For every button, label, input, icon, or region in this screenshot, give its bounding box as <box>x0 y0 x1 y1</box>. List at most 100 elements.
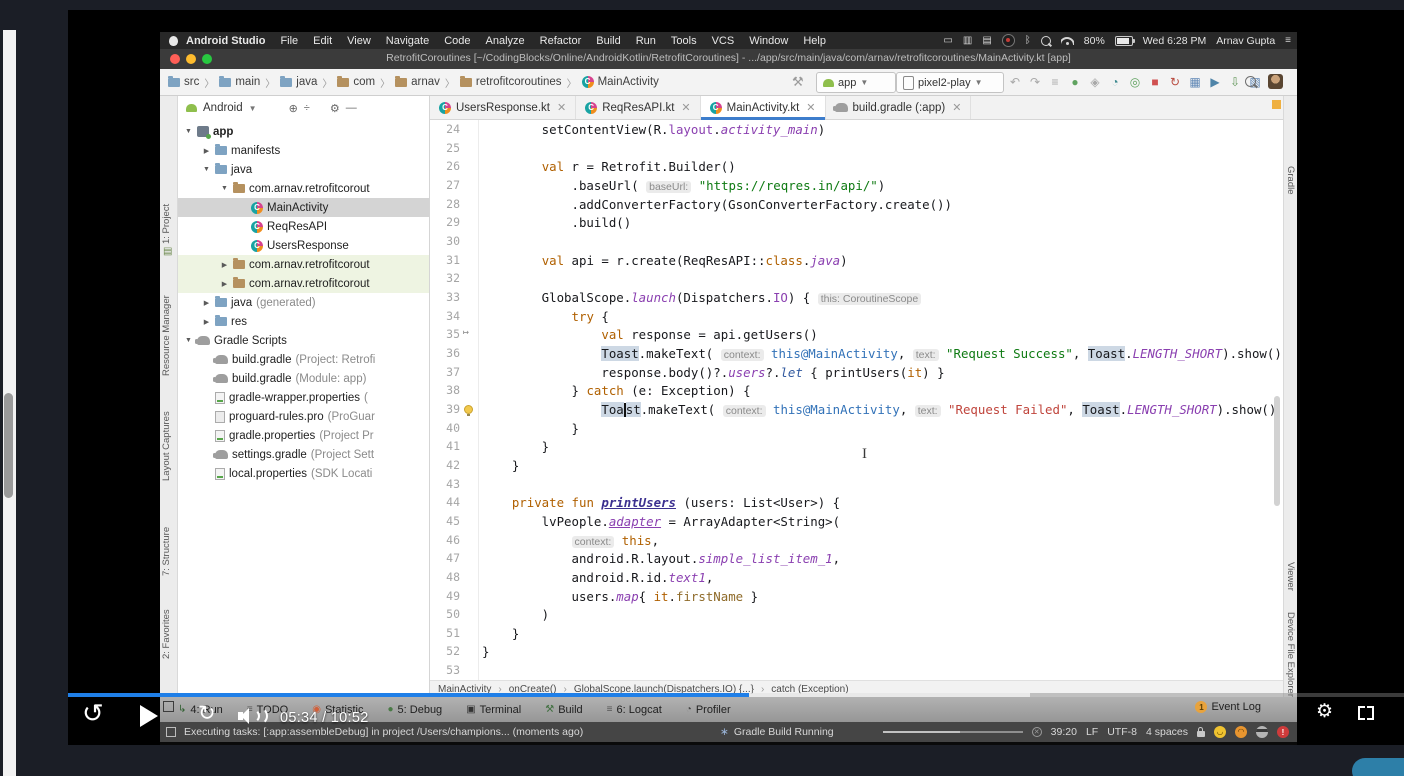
window-layout-icon[interactable]: ▥ <box>963 35 972 46</box>
video-settings-gear-icon[interactable]: ⚙ <box>1316 700 1333 723</box>
debug-bug-icon[interactable]: ● <box>1068 76 1082 88</box>
breadcrumb-item-arnav[interactable]: arnav <box>395 75 440 88</box>
video-progress-track[interactable] <box>68 693 1404 697</box>
tree-item-gradle.properties[interactable]: gradle.properties (Project Pr <box>178 426 429 445</box>
menu-item-build[interactable]: Build <box>596 35 620 47</box>
tab-close-icon[interactable]: ✕ <box>557 101 566 114</box>
tree-item-java[interactable]: ▼ java <box>178 160 429 179</box>
run-config-list-icon[interactable]: ≡ <box>1048 76 1062 88</box>
fullscreen-button[interactable] <box>1358 706 1374 720</box>
tree-item-manifests[interactable]: ▶ manifests <box>178 141 429 160</box>
tree-expand-arrow[interactable]: ▶ <box>202 147 211 155</box>
tree-expand-arrow[interactable]: ▼ <box>184 337 193 344</box>
tree-item-build.gradle[interactable]: build.gradle (Project: Retrofi <box>178 350 429 369</box>
tree-item-Gradle Scripts[interactable]: ▼ Gradle Scripts <box>178 331 429 350</box>
tool-strip-layout-captures[interactable]: Layout Captures <box>161 379 172 481</box>
avatar[interactable] <box>1268 74 1283 89</box>
run-configuration-select[interactable]: app ▼ <box>816 72 896 93</box>
caret-position[interactable]: 39:20 <box>1051 726 1077 738</box>
breadcrumb-item-MainActivity[interactable]: C MainActivity <box>581 76 659 88</box>
tab-reqresapi-kt[interactable]: C ReqResAPI.kt ✕ <box>576 96 701 119</box>
incognito-face-icon[interactable] <box>1256 726 1268 738</box>
menu-item-edit[interactable]: Edit <box>313 35 332 47</box>
forward-icon[interactable]: ↷ <box>1028 76 1042 88</box>
display-icon[interactable]: ▭ <box>943 35 952 46</box>
locate-file-icon[interactable]: ⊕ <box>289 102 298 115</box>
run-coverage-icon[interactable]: ◈ <box>1088 76 1102 88</box>
play-button[interactable] <box>140 705 158 727</box>
happy-face-icon[interactable]: ◡ <box>1214 726 1226 738</box>
device-manager-icon[interactable]: ▦ <box>1188 76 1202 88</box>
file-encoding[interactable]: UTF-8 <box>1107 726 1137 738</box>
tree-item-build.gradle[interactable]: build.gradle (Module: app) <box>178 369 429 388</box>
profiler-gauge-icon[interactable]: ◔ <box>1108 76 1122 88</box>
tree-item-com.arnav.retrofitcorout[interactable]: ▶ com.arnav.retrofitcorout <box>178 255 429 274</box>
wifi-icon[interactable] <box>1060 36 1074 45</box>
breadcrumb-item-src[interactable]: src <box>168 75 199 88</box>
menu-item-navigate[interactable]: Navigate <box>386 35 429 47</box>
tree-item-com.arnav.retrofitcorout[interactable]: ▶ com.arnav.retrofitcorout <box>178 274 429 293</box>
tree-item-com.arnav.retrofitcorout[interactable]: ▼ com.arnav.retrofitcorout <box>178 179 429 198</box>
tool-profiler[interactable]: ◔ Profiler <box>686 704 731 716</box>
notification-center-icon[interactable]: ≡ <box>1285 35 1291 46</box>
gradle-sync-icon[interactable]: ↻ <box>1168 76 1182 88</box>
menu-item-code[interactable]: Code <box>444 35 470 47</box>
breadcrumb-item-main[interactable]: main <box>219 75 260 88</box>
obs-icon[interactable] <box>1001 34 1015 47</box>
tool-strip----structure[interactable]: 7: Structure <box>161 494 172 576</box>
project-view-select[interactable]: Android <box>203 102 243 114</box>
tree-expand-arrow[interactable]: ▶ <box>220 261 229 269</box>
error-badge[interactable]: ! <box>1277 726 1289 738</box>
video-player[interactable]: Android Studio File Edit View Navigate Code An… <box>68 10 1404 745</box>
tool-logcat[interactable]: ≡ 6: Logcat <box>607 704 662 716</box>
tree-item-res[interactable]: ▶ res <box>178 312 429 331</box>
breadcrumb-item-com[interactable]: com <box>337 75 375 88</box>
menu-item-refactor[interactable]: Refactor <box>540 35 582 47</box>
tab-build-gradle---app-[interactable]: build.gradle (:app) ✕ <box>826 96 972 119</box>
menu-user[interactable]: Arnav Gupta <box>1216 35 1275 47</box>
gear-icon[interactable]: ⚙ <box>330 102 340 115</box>
tool-build[interactable]: ⚒ Build <box>545 704 582 716</box>
cancel-task-icon[interactable]: ✕ <box>1031 727 1042 737</box>
tree-expand-arrow[interactable]: ▶ <box>202 318 211 326</box>
tree-expand-arrow[interactable]: ▶ <box>202 299 211 307</box>
tool-strip-resource-manager[interactable]: Resource Manager <box>161 264 172 376</box>
lock-icon[interactable] <box>1197 726 1205 737</box>
intention-bulb-icon[interactable] <box>464 404 473 416</box>
tab-close-icon[interactable]: ✕ <box>952 101 961 114</box>
menu-item-window[interactable]: Window <box>749 35 788 47</box>
tool-strip----project[interactable]: 1: Project <box>161 180 172 244</box>
bluetooth-icon[interactable]: ᛒ <box>1025 35 1031 46</box>
tree-expand-arrow[interactable]: ▼ <box>184 128 193 135</box>
tree-item-java[interactable]: ▶ java (generated) <box>178 293 429 312</box>
tree-item-proguard-rules.pro[interactable]: proguard-rules.pro (ProGuar <box>178 407 429 426</box>
indent-setting[interactable]: 4 spaces <box>1146 726 1188 738</box>
breadcrumb-item-java[interactable]: java <box>280 75 317 88</box>
toolwindow-toggle-icon[interactable] <box>166 727 176 737</box>
status-message[interactable]: Executing tasks: [:app:assembleDebug] in… <box>184 726 583 738</box>
page-scrollbar-track[interactable] <box>3 30 16 776</box>
menu-item-file[interactable]: File <box>280 35 298 47</box>
back-icon[interactable]: ↶ <box>1008 76 1022 88</box>
event-log-button[interactable]: 1 Event Log <box>1195 701 1261 713</box>
menu-item-vcs[interactable]: VCS <box>712 35 735 47</box>
breadcrumb-item-retrofitcoroutines[interactable]: retrofitcoroutines <box>459 75 562 88</box>
device-select[interactable]: pixel2-play ▼ <box>896 72 1004 93</box>
spotlight-icon[interactable] <box>1040 35 1051 46</box>
tool-window-switcher-icon[interactable] <box>163 701 174 712</box>
tab-usersresponse-kt[interactable]: C UsersResponse.kt ✕ <box>430 96 577 119</box>
menu-item-android-studio[interactable]: Android Studio <box>186 35 265 47</box>
editor-scrollbar-thumb[interactable] <box>1274 396 1280 506</box>
line-separator[interactable]: LF <box>1086 726 1098 738</box>
tree-expand-arrow[interactable]: ▼ <box>220 185 229 192</box>
tool-strip----favorites[interactable]: 2: Favorites <box>161 579 172 659</box>
avd-manager-icon[interactable]: ▶ <box>1208 76 1222 88</box>
tab-mainactivity-kt[interactable]: C MainActivity.kt ✕ <box>700 96 826 120</box>
tool-strip-viewer[interactable]: Viewer <box>1285 562 1296 608</box>
search-everywhere-icon[interactable] <box>1245 76 1256 87</box>
chevron-down-icon[interactable]: ▼ <box>249 104 257 113</box>
mission-control-icon[interactable]: ▤ <box>982 35 991 46</box>
sad-face-icon[interactable]: ◠ <box>1235 726 1247 738</box>
project-tool-icon[interactable]: ▤ <box>163 246 172 257</box>
tool-strip-gradle[interactable]: Gradle <box>1285 166 1296 214</box>
